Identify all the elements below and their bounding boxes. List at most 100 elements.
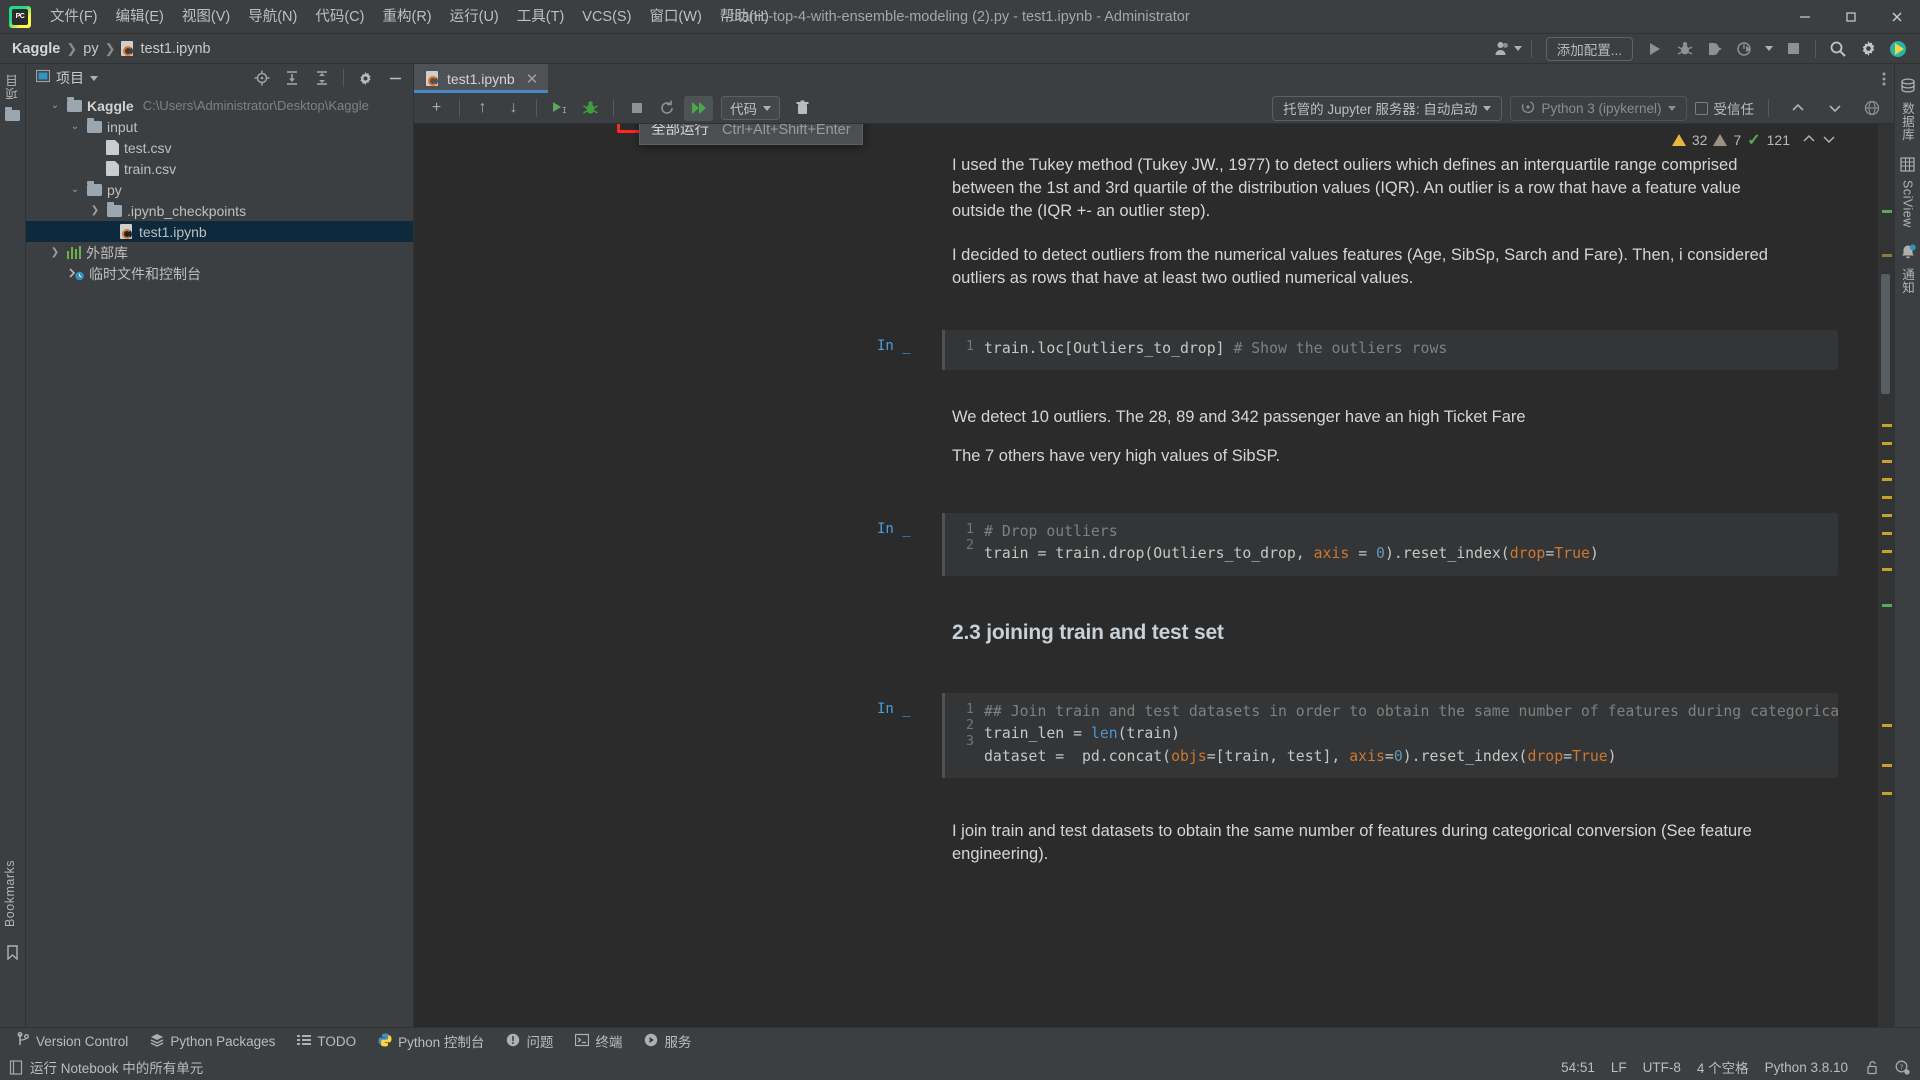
move-cell-down-button[interactable]: ↓ bbox=[499, 96, 528, 121]
tool-window-todo[interactable]: TODO bbox=[286, 1028, 367, 1054]
menu-help[interactable]: 帮助(H) bbox=[711, 0, 778, 34]
tool-window-version-control[interactable]: Version Control bbox=[6, 1028, 139, 1054]
debug-icon[interactable] bbox=[1671, 36, 1699, 62]
breadcrumb-notebook[interactable]: test1.ipynb bbox=[119, 41, 212, 57]
kernel-dropdown[interactable]: Python 3 (ipykernel) bbox=[1510, 95, 1687, 121]
tree-row-ipynb-checkpoints[interactable]: ❯ .ipynb_checkpoints bbox=[26, 200, 413, 221]
tool-window-services[interactable]: 服务 bbox=[633, 1028, 702, 1054]
menu-edit[interactable]: 编辑(E) bbox=[107, 0, 173, 34]
interrupt-kernel-button[interactable] bbox=[622, 96, 651, 121]
caret-position[interactable]: 54:51 bbox=[1561, 1060, 1595, 1075]
tool-window-terminal[interactable]: 终端 bbox=[564, 1028, 633, 1054]
menu-vcs[interactable]: VCS(S) bbox=[573, 0, 640, 34]
locate-icon[interactable] bbox=[250, 67, 274, 89]
jupyter-server-dropdown[interactable]: 托管的 Jupyter 服务器: 自动启动 bbox=[1272, 95, 1503, 121]
breadcrumb-py[interactable]: py bbox=[81, 41, 100, 57]
trusted-checkbox-group[interactable]: 受信任 bbox=[1694, 98, 1754, 118]
tab-overflow-icon[interactable] bbox=[1882, 64, 1894, 93]
line-separator[interactable]: LF bbox=[1611, 1060, 1627, 1075]
tree-row-kaggle[interactable]: ⌄ Kaggle C:\Users\Administrator\Desktop\… bbox=[26, 95, 413, 116]
close-icon[interactable]: ✕ bbox=[526, 70, 539, 88]
hide-panel-icon[interactable] bbox=[383, 67, 407, 89]
right-strip-sciview[interactable]: SciView bbox=[1900, 151, 1915, 234]
stop-icon[interactable] bbox=[1779, 36, 1807, 62]
tool-window-python-console[interactable]: Python 控制台 bbox=[367, 1028, 495, 1054]
globe-icon[interactable] bbox=[1857, 96, 1886, 121]
menu-refactor[interactable]: 重构(R) bbox=[373, 0, 440, 34]
menu-file[interactable]: 文件(F) bbox=[41, 0, 107, 34]
previous-cell-button[interactable] bbox=[1783, 96, 1812, 121]
file-encoding[interactable]: UTF-8 bbox=[1643, 1060, 1681, 1075]
tree-row-train-csv[interactable]: train.csv bbox=[26, 158, 413, 179]
chevron-right-icon[interactable]: ❯ bbox=[48, 247, 62, 258]
python-interpreter[interactable]: Python 3.8.10 bbox=[1765, 1060, 1848, 1075]
strip-label-bookmarks[interactable]: Bookmarks bbox=[3, 860, 17, 927]
trusted-checkbox[interactable] bbox=[1694, 101, 1708, 115]
markdown-cell-3[interactable]: I join train and test datasets to obtain… bbox=[952, 820, 1838, 866]
restart-kernel-button[interactable] bbox=[653, 96, 682, 121]
strip-label-project[interactable]: 项目 bbox=[3, 74, 22, 100]
tool-window-python-packages[interactable]: Python Packages bbox=[139, 1028, 286, 1054]
cell-code[interactable]: # Drop outliers train = train.drop(Outli… bbox=[981, 513, 1838, 576]
project-tree[interactable]: ⌄ Kaggle C:\Users\Administrator\Desktop\… bbox=[26, 92, 413, 1027]
close-button[interactable] bbox=[1874, 0, 1920, 34]
bookmarks-icon[interactable] bbox=[4, 943, 22, 961]
profile-dropdown-icon[interactable] bbox=[1761, 36, 1777, 62]
error-stripe-scrollbar[interactable] bbox=[1878, 124, 1894, 1027]
tab-test1-ipynb[interactable]: test1.ipynb ✕ bbox=[414, 64, 549, 93]
markdown-cell-2[interactable]: We detect 10 outliers. The 28, 89 and 34… bbox=[952, 406, 1838, 468]
inspection-level-icon[interactable]: ? bbox=[1895, 1060, 1910, 1075]
tree-row-external-libraries[interactable]: ❯ 外部库 bbox=[26, 242, 413, 263]
menu-tools[interactable]: 工具(T) bbox=[508, 0, 574, 34]
debug-cell-button[interactable] bbox=[576, 96, 605, 121]
tree-row-test-csv[interactable]: test.csv bbox=[26, 137, 413, 158]
scrollbar-thumb[interactable] bbox=[1881, 274, 1890, 394]
run-all-cells-button[interactable] bbox=[684, 95, 713, 121]
move-cell-up-button[interactable]: ↑ bbox=[468, 96, 497, 121]
code-cell-2[interactable]: In _ 12 # Drop outliers train = train.dr… bbox=[869, 512, 1838, 576]
ide-assistant-icon[interactable] bbox=[1884, 36, 1912, 62]
indent-setting[interactable]: 4 个空格 bbox=[1697, 1057, 1749, 1077]
cell-code[interactable]: ## Join train and test datasets in order… bbox=[981, 693, 1838, 779]
chevron-right-icon[interactable]: ❯ bbox=[88, 205, 102, 216]
run-icon[interactable] bbox=[1641, 36, 1669, 62]
maximize-button[interactable] bbox=[1828, 0, 1874, 34]
settings-icon[interactable] bbox=[1854, 36, 1882, 62]
search-icon[interactable] bbox=[1824, 36, 1852, 62]
right-strip-database[interactable]: 数据库 bbox=[1898, 72, 1917, 147]
cell-code[interactable]: train.loc[Outliers_to_drop] # Show the o… bbox=[981, 330, 1838, 371]
add-configuration-button[interactable]: 添加配置... bbox=[1545, 36, 1633, 61]
chevron-down-icon[interactable]: ⌄ bbox=[68, 121, 82, 132]
notebook-scroll-area[interactable]: 32 7 ✓ 121 I used the Tukey method (Tuke… bbox=[414, 124, 1878, 1027]
tool-window-problems[interactable]: 问题 bbox=[495, 1028, 564, 1054]
collapse-all-icon[interactable] bbox=[310, 67, 334, 89]
tree-row-test1-ipynb[interactable]: test1.ipynb bbox=[26, 221, 413, 242]
cell-type-dropdown[interactable]: 代码 bbox=[721, 96, 780, 120]
run-cell-button[interactable]: I bbox=[545, 96, 574, 121]
expand-all-icon[interactable] bbox=[280, 67, 304, 89]
add-cell-button[interactable]: + bbox=[422, 96, 451, 121]
menu-navigate[interactable]: 导航(N) bbox=[239, 0, 306, 34]
profile-icon[interactable] bbox=[1731, 36, 1759, 62]
chevron-down-icon[interactable] bbox=[90, 75, 98, 81]
right-strip-notifications[interactable]: 通知 bbox=[1898, 238, 1917, 300]
code-cell-1[interactable]: In _ 1 train.loc[Outliers_to_drop] # Sho… bbox=[869, 329, 1838, 371]
user-dropdown-icon[interactable] bbox=[1495, 36, 1523, 62]
minimize-button[interactable] bbox=[1782, 0, 1828, 34]
menu-run[interactable]: 运行(U) bbox=[441, 0, 508, 34]
breadcrumb-kaggle[interactable]: Kaggle bbox=[10, 41, 62, 57]
structure-folder-icon[interactable] bbox=[4, 106, 22, 124]
run-with-coverage-icon[interactable] bbox=[1701, 36, 1729, 62]
tree-row-py[interactable]: ⌄ py bbox=[26, 179, 413, 200]
tree-row-input[interactable]: ⌄ input bbox=[26, 116, 413, 137]
menu-view[interactable]: 视图(V) bbox=[173, 0, 239, 34]
menu-window[interactable]: 窗口(W) bbox=[640, 0, 710, 34]
code-cell-3[interactable]: In _ 123 ## Join train and test datasets… bbox=[869, 692, 1838, 779]
menu-bar[interactable]: 文件(F) 编辑(E) 视图(V) 导航(N) 代码(C) 重构(R) 运行(U… bbox=[41, 0, 778, 33]
inspection-prev-button[interactable] bbox=[1802, 132, 1816, 149]
unlock-icon[interactable] bbox=[1864, 1060, 1879, 1075]
delete-cell-button[interactable] bbox=[788, 96, 817, 121]
settings-icon[interactable] bbox=[353, 67, 377, 89]
menu-code[interactable]: 代码(C) bbox=[306, 0, 373, 34]
chevron-down-icon[interactable]: ⌄ bbox=[68, 184, 82, 195]
